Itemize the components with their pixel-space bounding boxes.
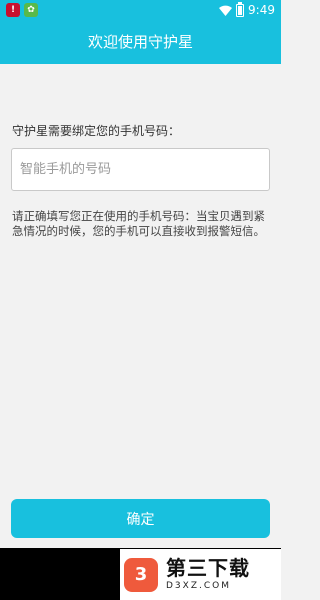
battery-icon: [236, 1, 245, 17]
app-notification-icon: !: [6, 3, 20, 17]
watermark-logo-icon: 3: [124, 557, 158, 592]
status-bar: ! ✿ 9:49: [0, 0, 281, 20]
system-status: 9:49: [219, 1, 275, 18]
watermark-name: 第三下载: [166, 556, 250, 580]
watermark-domain: D3XZ.COM: [166, 581, 231, 591]
app-bar: 欢迎使用守护星: [0, 20, 281, 64]
status-time: 9:49: [248, 3, 275, 17]
phone-number-input[interactable]: [11, 148, 270, 191]
confirm-button[interactable]: 确定: [11, 499, 270, 538]
app-title: 欢迎使用守护星: [87, 33, 193, 51]
phone-prompt: 守护星需要绑定您的手机号码：: [12, 124, 181, 138]
watermark: 3 第三下载 D3XZ.COM: [120, 549, 281, 600]
game-notification-icon: ✿: [24, 3, 38, 17]
wifi-icon: [219, 5, 233, 16]
notification-icons: ! ✿: [6, 3, 38, 17]
help-text: 请正确填写您正在使用的手机号码：当宝贝遇到紧急情况的时候，您的手机可以直接收到报…: [12, 209, 265, 238]
